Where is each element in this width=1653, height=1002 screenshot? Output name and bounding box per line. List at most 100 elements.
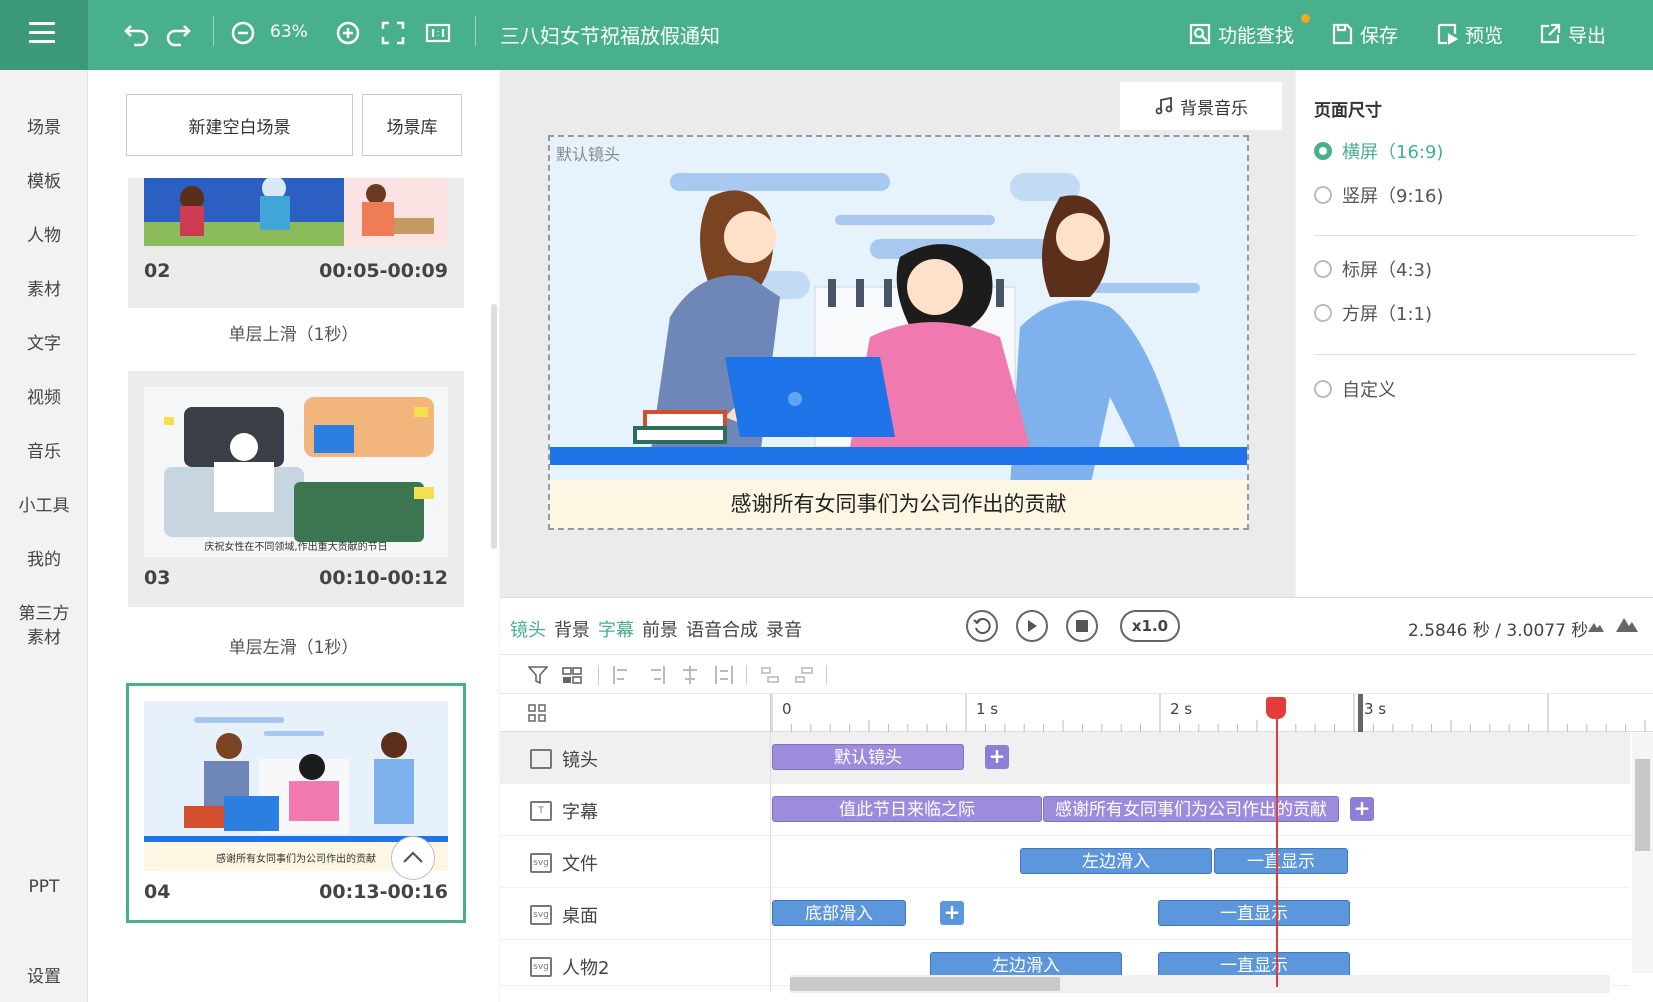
radio-standard-4-3[interactable]: 标屏（4:3) — [1314, 256, 1432, 282]
nav-item-text[interactable]: 文字 — [0, 332, 88, 356]
stack-up-icon[interactable] — [760, 665, 780, 685]
zoom-out-timeline-icon[interactable] — [1588, 620, 1604, 632]
play-button[interactable] — [1016, 610, 1048, 642]
clip-slide-in-bottom[interactable]: 底部滑入 — [772, 900, 906, 926]
layers-icon[interactable] — [562, 665, 582, 685]
zoom-in-icon[interactable] — [333, 18, 363, 48]
track-camera[interactable]: 镜头 默认镜头 + — [500, 732, 1630, 784]
nav-item-scene[interactable]: 场景 — [0, 116, 88, 140]
track-label: svg 人物2 — [530, 954, 609, 980]
find-feature-button[interactable]: 功能查找 — [1188, 20, 1294, 48]
nav-item-character[interactable]: 人物 — [0, 224, 88, 248]
radio-portrait-9-16[interactable]: 竖屏（9:16) — [1314, 182, 1443, 208]
align-right-icon[interactable] — [646, 665, 666, 685]
radio-label: 方屏（1:1) — [1342, 304, 1432, 325]
clip-slide-in-left[interactable]: 左边滑入 — [1020, 848, 1212, 874]
preview-button[interactable]: 预览 — [1435, 20, 1503, 48]
tab-recording[interactable]: 录音 — [766, 616, 802, 642]
nav-item-material[interactable]: 素材 — [0, 278, 88, 302]
background-music-button[interactable]: 背景音乐 — [1120, 82, 1282, 130]
track-desk[interactable]: svg 桌面 底部滑入 + 一直显示 — [500, 888, 1630, 940]
export-button[interactable]: 导出 — [1538, 20, 1606, 48]
notification-dot — [1301, 14, 1310, 23]
nav-item-third-party[interactable]: 第三方素材 — [0, 602, 88, 650]
track-file[interactable]: svg 文件 左边滑入 一直显示 — [500, 836, 1630, 888]
fit-screen-icon[interactable] — [378, 18, 408, 48]
align-center-icon[interactable] — [680, 665, 700, 685]
radio-custom[interactable]: 自定义 — [1314, 376, 1396, 402]
stop-icon — [1076, 620, 1088, 632]
radio-icon — [1314, 304, 1332, 322]
clip-subtitle-1[interactable]: 值此节日来临之际 — [772, 796, 1042, 822]
playhead[interactable] — [1276, 697, 1278, 987]
radio-square-1-1[interactable]: 方屏（1:1) — [1314, 300, 1432, 326]
top-toolbar: 63% 三八妇女节祝福放假通知 功能查找 保存 预览 导出 — [0, 0, 1653, 70]
nav-item-template[interactable]: 模板 — [0, 170, 88, 194]
nav-item-ppt[interactable]: PPT — [0, 875, 88, 899]
redo-icon[interactable] — [163, 18, 193, 48]
save-button[interactable]: 保存 — [1330, 20, 1398, 48]
transition-label[interactable]: 单层上滑（1秒） — [88, 320, 499, 345]
zoom-out-icon[interactable] — [228, 18, 258, 48]
filter-icon[interactable] — [528, 665, 548, 685]
scene-card-02[interactable]: 02 00:05-00:09 — [128, 178, 464, 308]
nav-item-settings[interactable]: 设置 — [0, 965, 88, 989]
clip-always-show[interactable]: 一直显示 — [1214, 848, 1348, 874]
stack-down-icon[interactable] — [794, 665, 814, 685]
end-marker[interactable] — [1358, 694, 1363, 732]
playhead-handle[interactable] — [1266, 697, 1286, 719]
scene-number: 02 — [144, 260, 171, 282]
add-clip-button[interactable]: + — [940, 901, 964, 925]
track-label: svg 桌面 — [530, 902, 598, 928]
scene-time-range: 00:10-00:12 — [319, 567, 448, 589]
radio-icon — [1314, 186, 1332, 204]
timeline-ruler[interactable]: 0 1 s 2 s 3 s — [500, 694, 1653, 732]
clip-subtitle-2[interactable]: 感谢所有女同事们为公司作出的贡献 — [1043, 796, 1339, 822]
clip-always-show[interactable]: 一直显示 — [1158, 900, 1350, 926]
scene-scrollbar[interactable] — [491, 304, 497, 549]
scene-library-button[interactable]: 场景库 — [362, 94, 462, 156]
grid-icon[interactable] — [528, 704, 546, 722]
tab-subtitle[interactable]: 字幕 — [598, 616, 634, 642]
scene-card-03[interactable]: 庆祝女性在不同领域,作出重大贡献的节日 03 00:10-00:12 — [128, 371, 464, 607]
document-title[interactable]: 三八妇女节祝福放假通知 — [500, 20, 720, 49]
nav-item-mine[interactable]: 我的 — [0, 548, 88, 572]
add-clip-button[interactable]: + — [1350, 797, 1374, 821]
subtitle-text[interactable]: 感谢所有女同事们为公司作出的贡献 — [550, 480, 1247, 528]
stop-button[interactable] — [1066, 610, 1098, 642]
time-readout: 2.5846 秒 / 3.0077 秒 — [1408, 621, 1589, 641]
undo-icon[interactable] — [122, 18, 152, 48]
nav-item-tools[interactable]: 小工具 — [0, 494, 88, 518]
transition-label[interactable]: 单层左滑（1秒） — [88, 633, 499, 658]
tab-camera[interactable]: 镜头 — [510, 616, 546, 642]
actual-size-icon[interactable] — [423, 18, 453, 48]
scrollbar-thumb[interactable] — [790, 977, 1060, 991]
replay-button[interactable] — [966, 610, 998, 642]
new-blank-scene-button[interactable]: 新建空白场景 — [126, 94, 353, 156]
scene-illustration[interactable] — [550, 137, 1247, 528]
replay-icon — [973, 618, 991, 635]
radio-selected-icon — [1314, 142, 1332, 160]
tab-background[interactable]: 背景 — [554, 616, 590, 642]
stage-canvas[interactable]: 默认镜头 感谢所有女同事们为公司作出的贡献 — [548, 135, 1249, 530]
tab-tts[interactable]: 语音合成 — [686, 616, 758, 642]
zoom-in-timeline-icon[interactable] — [1616, 616, 1638, 632]
tab-foreground[interactable]: 前景 — [642, 616, 678, 642]
scene-number: 03 — [144, 567, 171, 589]
align-left-icon[interactable] — [612, 665, 632, 685]
nav-item-music[interactable]: 音乐 — [0, 440, 88, 464]
timeline-horizontal-scrollbar[interactable] — [790, 975, 1610, 993]
radio-landscape-16-9[interactable]: 横屏（16:9) — [1314, 138, 1443, 164]
scroll-to-top-button[interactable] — [391, 836, 435, 880]
scene-card-04[interactable]: 感谢所有女同事们为公司作出的贡献 04 00:13-00:16 — [126, 683, 466, 923]
timeline-vertical-scrollbar[interactable] — [1632, 733, 1653, 973]
scrollbar-thumb[interactable] — [1635, 759, 1650, 851]
track-subtitle[interactable]: T 字幕 值此节日来临之际 感谢所有女同事们为公司作出的贡献 + — [500, 784, 1630, 836]
clip-default-camera[interactable]: 默认镜头 — [772, 744, 964, 770]
distribute-icon[interactable] — [714, 665, 734, 685]
add-clip-button[interactable]: + — [985, 745, 1009, 769]
playback-speed[interactable]: x1.0 — [1120, 610, 1180, 642]
scene-thumbnail — [144, 178, 448, 246]
menu-button[interactable] — [0, 0, 88, 70]
nav-item-video[interactable]: 视频 — [0, 386, 88, 410]
